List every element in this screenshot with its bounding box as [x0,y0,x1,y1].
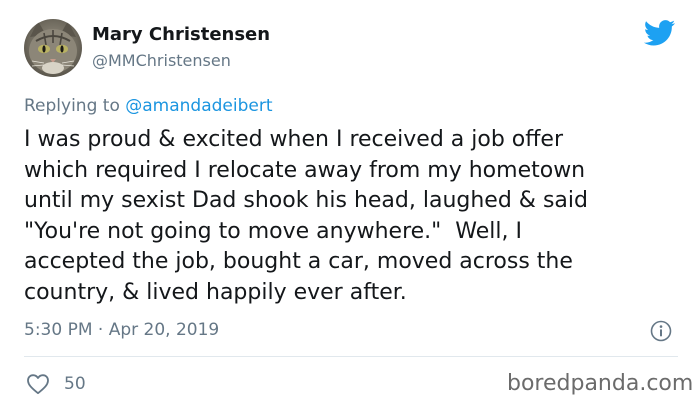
tweet-date: Apr 20, 2019 [108,320,220,340]
like-count: 50 [64,374,86,394]
tweet-text-line: I was proud & excited when I received a … [24,127,563,152]
tweet-text-line: until my sexist Dad shook his head, laug… [24,188,588,214]
tweet-text-line: "You're not going to move anywhere." Wel… [24,218,522,244]
tweet-text-line: accepted the job, bought a car, moved ac… [24,249,573,275]
tweet-text-line: country, & lived happily ever after. [24,279,407,305]
twitter-bird-icon[interactable] [644,20,676,46]
replying-to-label: Replying to [24,96,120,116]
tweet-time: 5:30 PM [24,320,93,340]
tweet-text-line: which required I relocate away from my h… [24,157,586,183]
author-username[interactable]: @MMChristensen [92,51,231,71]
info-icon[interactable] [650,320,672,342]
author-display-name[interactable]: Mary Christensen [92,24,270,46]
reply-handle-link[interactable]: @amandadeibert [125,96,272,116]
cat-avatar-image [29,21,77,74]
tweet-timestamp[interactable]: 5:30 PM · Apr 20, 2019 [24,319,219,341]
tweet-text: I was proud & excited when I received a … [24,125,684,309]
watermark: boredpanda.com [507,371,694,396]
replying-to-line: Replying to @amandadeibert [24,95,273,117]
divider [24,356,678,357]
meta-separator: · [97,320,104,340]
heart-icon[interactable] [26,373,50,395]
avatar[interactable] [24,19,82,77]
